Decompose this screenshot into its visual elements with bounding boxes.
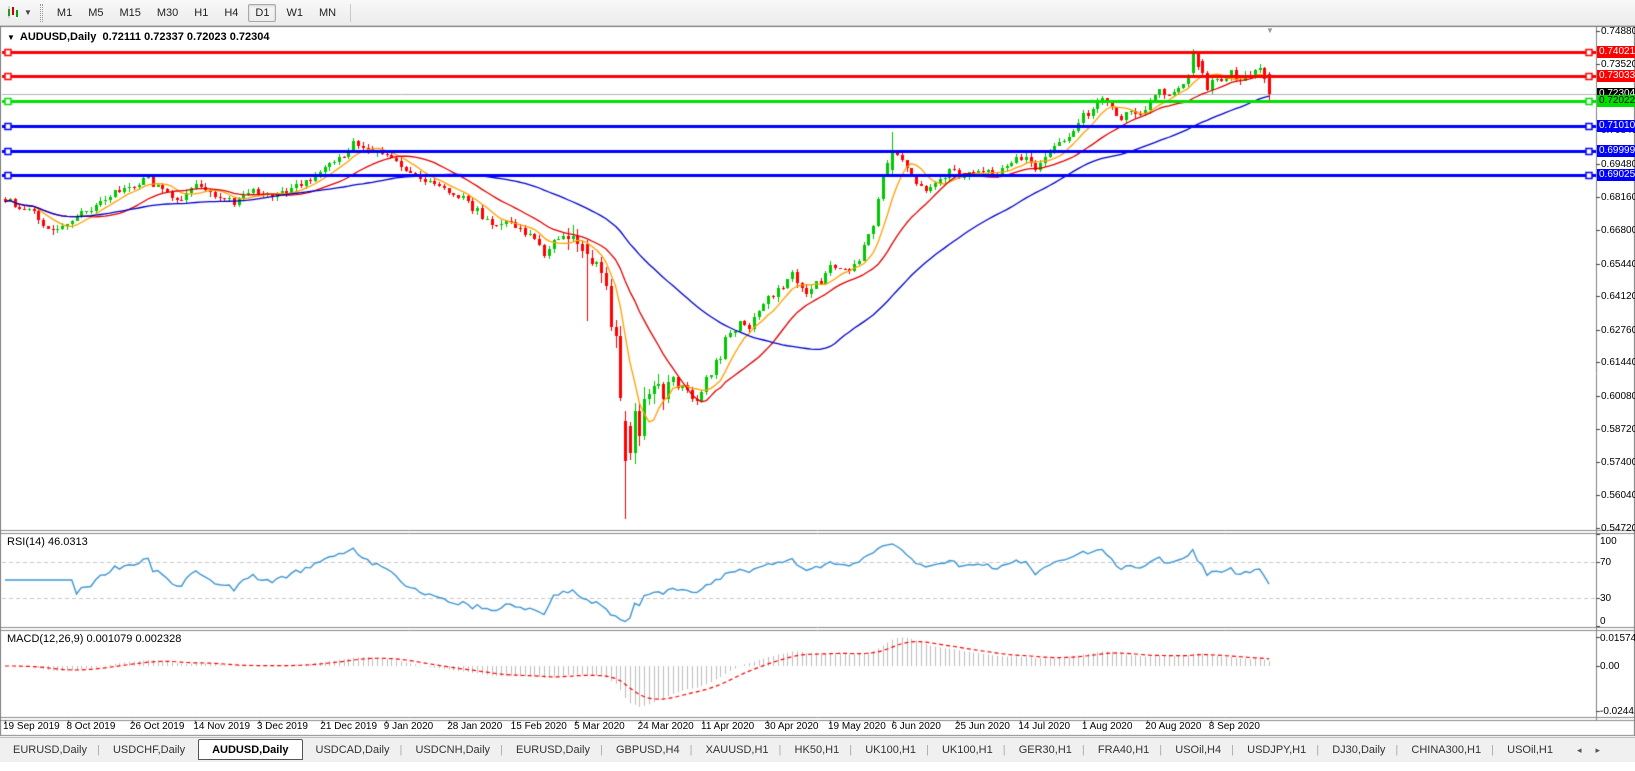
tab-uk100-h1-2[interactable]: UK100,H1: [929, 741, 1006, 759]
chart-window: [0, 26, 1635, 736]
tab-china300-h1[interactable]: CHINA300,H1: [1398, 741, 1494, 759]
timeframe-button-h4[interactable]: H4: [218, 5, 244, 21]
tab-usdjpy-h1[interactable]: USDJPY,H1: [1234, 741, 1319, 759]
tab-usoil-h1[interactable]: USOil,H1: [1494, 741, 1566, 759]
tab-dj30-daily[interactable]: DJ30,Daily: [1319, 741, 1398, 759]
tab-hk50-h1[interactable]: HK50,H1: [782, 741, 853, 759]
tab-eurusd-daily-1[interactable]: EURUSD,Daily: [0, 741, 100, 759]
tab-ger30-h1[interactable]: GER30,H1: [1006, 741, 1085, 759]
timeframe-button-h1[interactable]: H1: [188, 5, 214, 21]
mt4-window: ▼ M1 M5 M15 M30 H1 H4 D1 W1 MN ▼ AUDUSD,D…: [0, 0, 1635, 771]
timeframe-button-m30[interactable]: M30: [151, 5, 184, 21]
tab-xauusd-h1[interactable]: XAUUSD,H1: [693, 741, 782, 759]
toolbar-grip: [40, 4, 43, 22]
timeframe-button-m1[interactable]: M1: [51, 5, 78, 21]
tab-scroll-right-icon[interactable]: ▸: [1593, 745, 1604, 756]
price-chart-canvas[interactable]: [0, 26, 1635, 771]
tab-usdchf-daily[interactable]: USDCHF,Daily: [100, 741, 198, 759]
tab-usdcad-daily[interactable]: USDCAD,Daily: [303, 741, 403, 759]
timeframe-button-d1[interactable]: D1: [248, 4, 276, 22]
chart-tab-bar: EURUSD,Daily USDCHF,Daily AUDUSD,Daily U…: [0, 737, 1635, 762]
tab-scroll-left-icon[interactable]: ◂: [1574, 745, 1585, 756]
timeframe-button-m5[interactable]: M5: [82, 5, 109, 21]
toolbar-separator: [350, 4, 351, 22]
tab-gbpusd-h4[interactable]: GBPUSD,H4: [603, 741, 693, 759]
chevron-down-icon[interactable]: ▼: [24, 8, 32, 17]
timeframe-button-w1[interactable]: W1: [280, 5, 309, 21]
tab-uk100-h1-1[interactable]: UK100,H1: [852, 741, 929, 759]
toolbar: ▼ M1 M5 M15 M30 H1 H4 D1 W1 MN: [0, 0, 1635, 26]
tab-fra40-h1[interactable]: FRA40,H1: [1085, 741, 1162, 759]
tab-usoil-h4[interactable]: USOil,H4: [1162, 741, 1234, 759]
chart-tools-icon[interactable]: [5, 4, 23, 21]
tab-eurusd-daily-2[interactable]: EURUSD,Daily: [503, 741, 603, 759]
timeframe-button-m15[interactable]: M15: [113, 5, 146, 21]
timeframe-button-mn[interactable]: MN: [313, 5, 342, 21]
tab-audusd-daily[interactable]: AUDUSD,Daily: [198, 739, 302, 760]
tab-usdcnh-daily[interactable]: USDCNH,Daily: [402, 741, 503, 759]
